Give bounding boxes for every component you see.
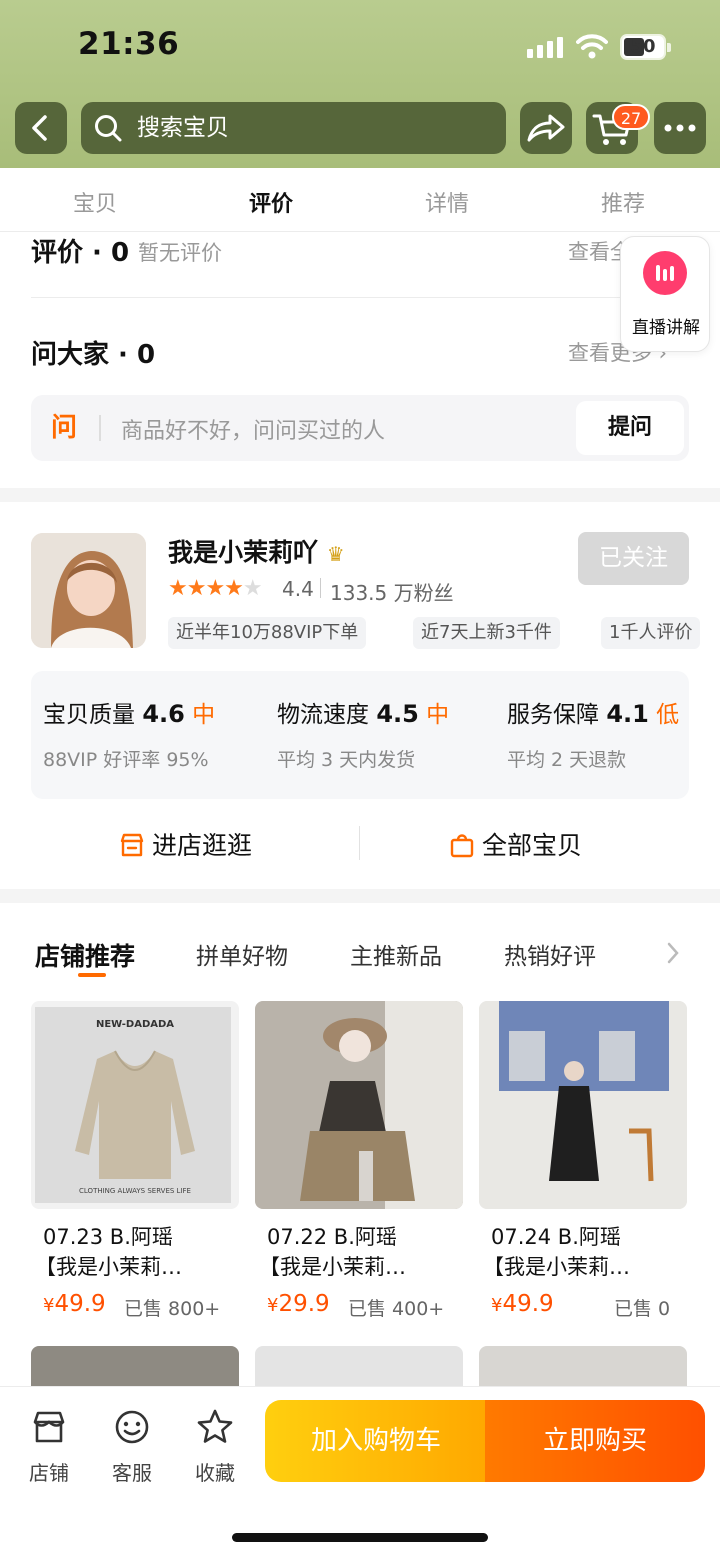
reviews-empty-text: 暂无评价 (138, 241, 222, 265)
all-items-button[interactable]: 全部宝贝 (448, 826, 582, 862)
product-title[interactable]: 07.22 B.阿瑶 (267, 1222, 475, 1252)
star-icon (197, 1409, 233, 1443)
store-icon (33, 1411, 65, 1443)
battery-icon: 50 (620, 34, 671, 60)
metric-logistics: 物流速度 4.5 中 (277, 700, 450, 728)
product-subtitle[interactable]: 【我是小茉莉… (483, 1252, 691, 1282)
bottom-favorite-button[interactable]: 收藏 (187, 1407, 243, 1486)
reviews-title: 评价 · 0 (31, 238, 130, 268)
live-icon (643, 251, 687, 295)
wifi-icon (576, 34, 608, 59)
product-image[interactable] (255, 1346, 463, 1386)
back-button[interactable] (15, 102, 67, 154)
ask-icon: 问 (51, 413, 78, 443)
ask-button[interactable]: 提问 (576, 401, 684, 455)
metric-service: 服务保障 4.1 低 (507, 700, 680, 728)
metric-quality: 宝贝质量 4.6 中 (43, 700, 216, 728)
product-image[interactable]: NEW-DADADA CLOTHING ALWAYS SERVES LIFE (31, 1001, 239, 1209)
shop-rating-stars: ★★★★★ (168, 576, 263, 601)
bottom-shop-button[interactable]: 店铺 (21, 1407, 77, 1486)
metric-service-sub: 平均 2 天退款 (507, 749, 627, 771)
shop-fans: 133.5 万粉丝 (330, 581, 454, 605)
shop-tags: 近半年10万88VIP下单 近7天上新3千件 1千人评价 (168, 617, 720, 649)
section-gap (0, 488, 720, 502)
qa-title: 问大家 · 0 (31, 340, 156, 370)
shop-score: 4.4 (282, 577, 314, 601)
tab-details[interactable]: 详情 (407, 186, 487, 218)
bag-icon (450, 834, 474, 858)
product-subtitle[interactable]: 【我是小茉莉… (259, 1252, 467, 1282)
product-image[interactable] (255, 1001, 463, 1209)
search-placeholder: 搜索宝贝 (137, 115, 229, 141)
buy-now-button[interactable]: 立即购买 (485, 1400, 705, 1482)
enter-shop-button[interactable]: 进店逛逛 (118, 826, 252, 862)
signal-icon (527, 36, 565, 58)
product-image[interactable] (479, 1001, 687, 1209)
product-image[interactable] (31, 1346, 239, 1386)
ask-question-box[interactable]: 问 商品好不好，问问买过的人 提问 (31, 395, 689, 461)
tab-reviews[interactable]: 评价 (231, 186, 311, 218)
metric-logistics-sub: 平均 3 天内发货 (277, 749, 416, 771)
tab-shop-recommend[interactable]: 店铺推荐 (35, 937, 135, 973)
live-explain-float[interactable]: 直播讲解 (620, 236, 710, 352)
share-button[interactable] (520, 102, 572, 154)
tab-best-sellers[interactable]: 热销好评 (504, 937, 596, 971)
divider (31, 297, 689, 298)
product-price: ¥49.9 (491, 1291, 554, 1317)
shop-metrics: 宝贝质量 4.6 中 88VIP 好评率 95% 物流速度 4.5 中 平均 3… (31, 671, 689, 799)
product-sold: 已售 0 (614, 1298, 671, 1320)
product-title[interactable]: 07.23 B.阿瑶 (43, 1222, 251, 1252)
product-image[interactable] (479, 1346, 687, 1386)
search-icon (95, 115, 122, 142)
add-to-cart-button[interactable]: 加入购物车 (265, 1400, 487, 1482)
cart-count-badge: 27 (612, 104, 650, 130)
chevron-right-icon[interactable] (664, 940, 682, 966)
product-image-caption: CLOTHING ALWAYS SERVES LIFE (79, 1187, 191, 1195)
home-indicator[interactable] (232, 1533, 488, 1542)
ask-placeholder: 商品好不好，问问买过的人 (121, 419, 386, 444)
tab-new-items[interactable]: 主推新品 (350, 937, 442, 971)
tab-recommend[interactable]: 推荐 (583, 186, 663, 218)
store-icon (120, 833, 144, 857)
shop-tag: 近7天上新3千件 (413, 617, 560, 649)
product-sold: 已售 400+ (348, 1298, 445, 1320)
shop-avatar[interactable] (31, 533, 146, 648)
shop-tag: 1千人评价 (601, 617, 701, 649)
section-gap (0, 889, 720, 903)
live-explain-label: 直播讲解 (632, 318, 700, 338)
more-icon (664, 124, 696, 132)
product-title[interactable]: 07.24 B.阿瑶 (491, 1222, 699, 1252)
more-button[interactable] (654, 102, 706, 154)
product-image-text: NEW-DADADA (95, 1019, 175, 1030)
bottom-service-button[interactable]: 客服 (104, 1407, 160, 1486)
product-subtitle[interactable]: 【我是小茉莉… (35, 1252, 243, 1282)
tab-items[interactable]: 宝贝 (55, 186, 135, 218)
product-sold: 已售 800+ (124, 1298, 221, 1320)
metric-quality-sub: 88VIP 好评率 95% (43, 749, 209, 771)
share-icon (527, 114, 565, 142)
follow-button[interactable]: 已关注 (578, 532, 689, 585)
battery-level: 50 (630, 36, 656, 57)
back-icon (32, 115, 47, 141)
product-price: ¥29.9 (267, 1291, 330, 1317)
service-icon (115, 1410, 149, 1444)
search-input[interactable]: 搜索宝贝 (81, 102, 506, 154)
shop-tag: 近半年10万88VIP下单 (168, 617, 367, 649)
tab-group-buy[interactable]: 拼单好物 (196, 937, 288, 971)
product-price: ¥49.9 (43, 1291, 106, 1317)
section-tabs: 宝贝 评价 详情 推荐 (0, 168, 720, 232)
status-time: 21:36 (78, 26, 180, 62)
crown-icon: ♛ (326, 542, 345, 566)
active-tab-indicator (78, 973, 106, 977)
shop-name[interactable]: 我是小茉莉吖 ♛ (168, 533, 345, 569)
